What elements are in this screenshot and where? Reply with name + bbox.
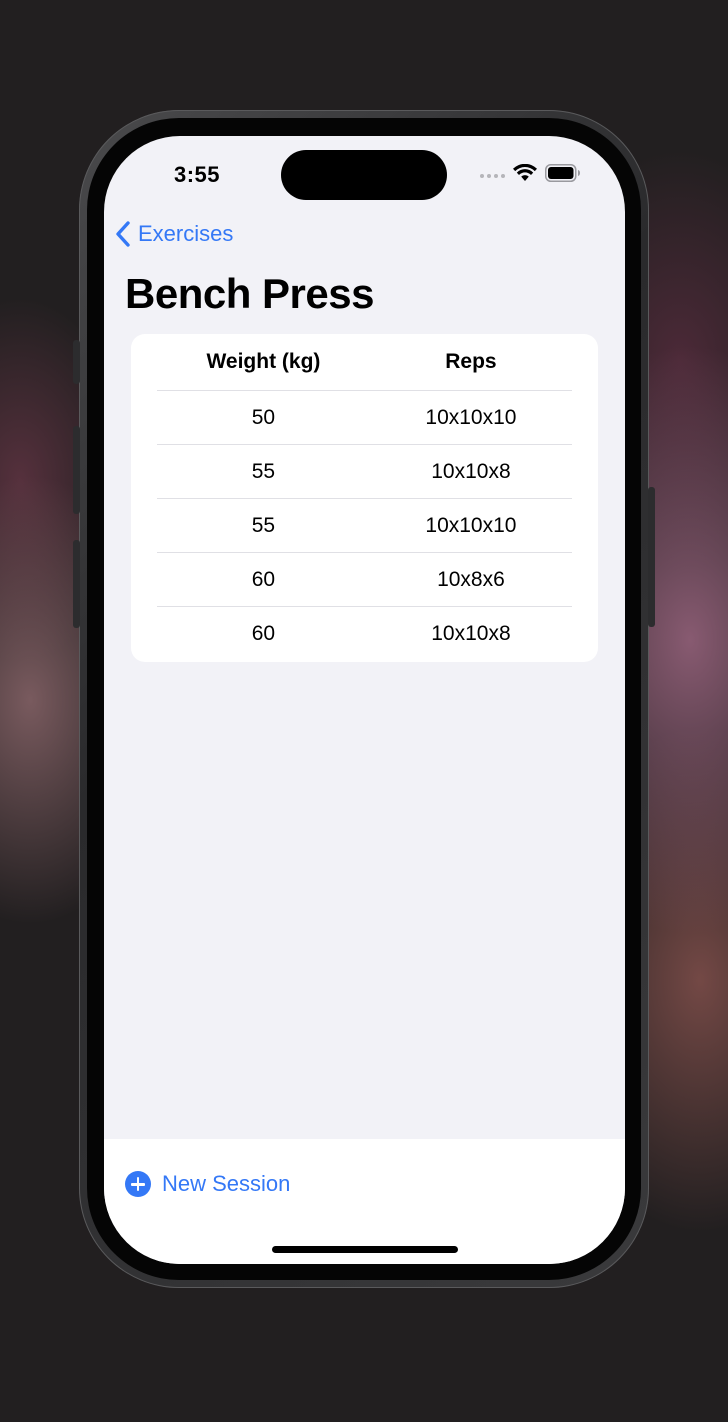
new-session-label: New Session <box>162 1171 291 1196</box>
action-button <box>73 340 80 384</box>
table-header: Weight (kg) Reps <box>157 334 572 390</box>
cellular-signal-icon <box>480 174 505 178</box>
column-header-reps[interactable]: Reps <box>370 350 572 374</box>
dynamic-island <box>281 150 447 200</box>
status-indicators <box>480 164 581 182</box>
plus-circle-icon <box>125 1171 151 1197</box>
weight-cell: 55 <box>251 514 276 537</box>
table-row[interactable]: 50 10x10x10 <box>157 390 572 445</box>
reps-cell: 10x10x10 <box>425 514 517 537</box>
back-button[interactable]: Exercises <box>114 220 233 248</box>
weight-cell: 60 <box>251 622 276 645</box>
volume-up-button <box>73 426 80 514</box>
screen: 3:55 Exercises Bench Press Weight (kg) R… <box>104 136 625 1264</box>
chevron-left-icon <box>116 221 130 247</box>
status-time: 3:55 <box>174 162 221 187</box>
sessions-table: Weight (kg) Reps 50 10x10x10 55 10x10x8 … <box>131 334 598 662</box>
power-button <box>648 487 655 627</box>
weight-cell: 55 <box>251 460 276 483</box>
new-session-button[interactable]: New Session <box>125 1171 290 1197</box>
reps-cell: 10x8x6 <box>437 568 505 591</box>
reps-cell: 10x10x8 <box>431 622 511 645</box>
table-row[interactable]: 60 10x10x8 <box>157 606 572 661</box>
page-title: Bench Press <box>125 270 374 317</box>
column-header-weight[interactable]: Weight (kg) <box>157 350 370 374</box>
wifi-icon <box>513 164 537 181</box>
volume-down-button <box>73 540 80 628</box>
weight-cell: 60 <box>251 568 276 591</box>
reps-cell: 10x10x8 <box>431 460 511 483</box>
reps-cell: 10x10x10 <box>425 406 517 429</box>
weight-cell: 50 <box>251 406 276 429</box>
home-indicator[interactable] <box>272 1246 458 1253</box>
table-row[interactable]: 55 10x10x8 <box>157 444 572 499</box>
bottom-toolbar: New Session <box>104 1139 625 1264</box>
battery-icon <box>545 164 580 182</box>
table-row[interactable]: 60 10x8x6 <box>157 552 572 607</box>
back-button-label: Exercises <box>138 221 234 246</box>
table-row[interactable]: 55 10x10x10 <box>157 498 572 553</box>
